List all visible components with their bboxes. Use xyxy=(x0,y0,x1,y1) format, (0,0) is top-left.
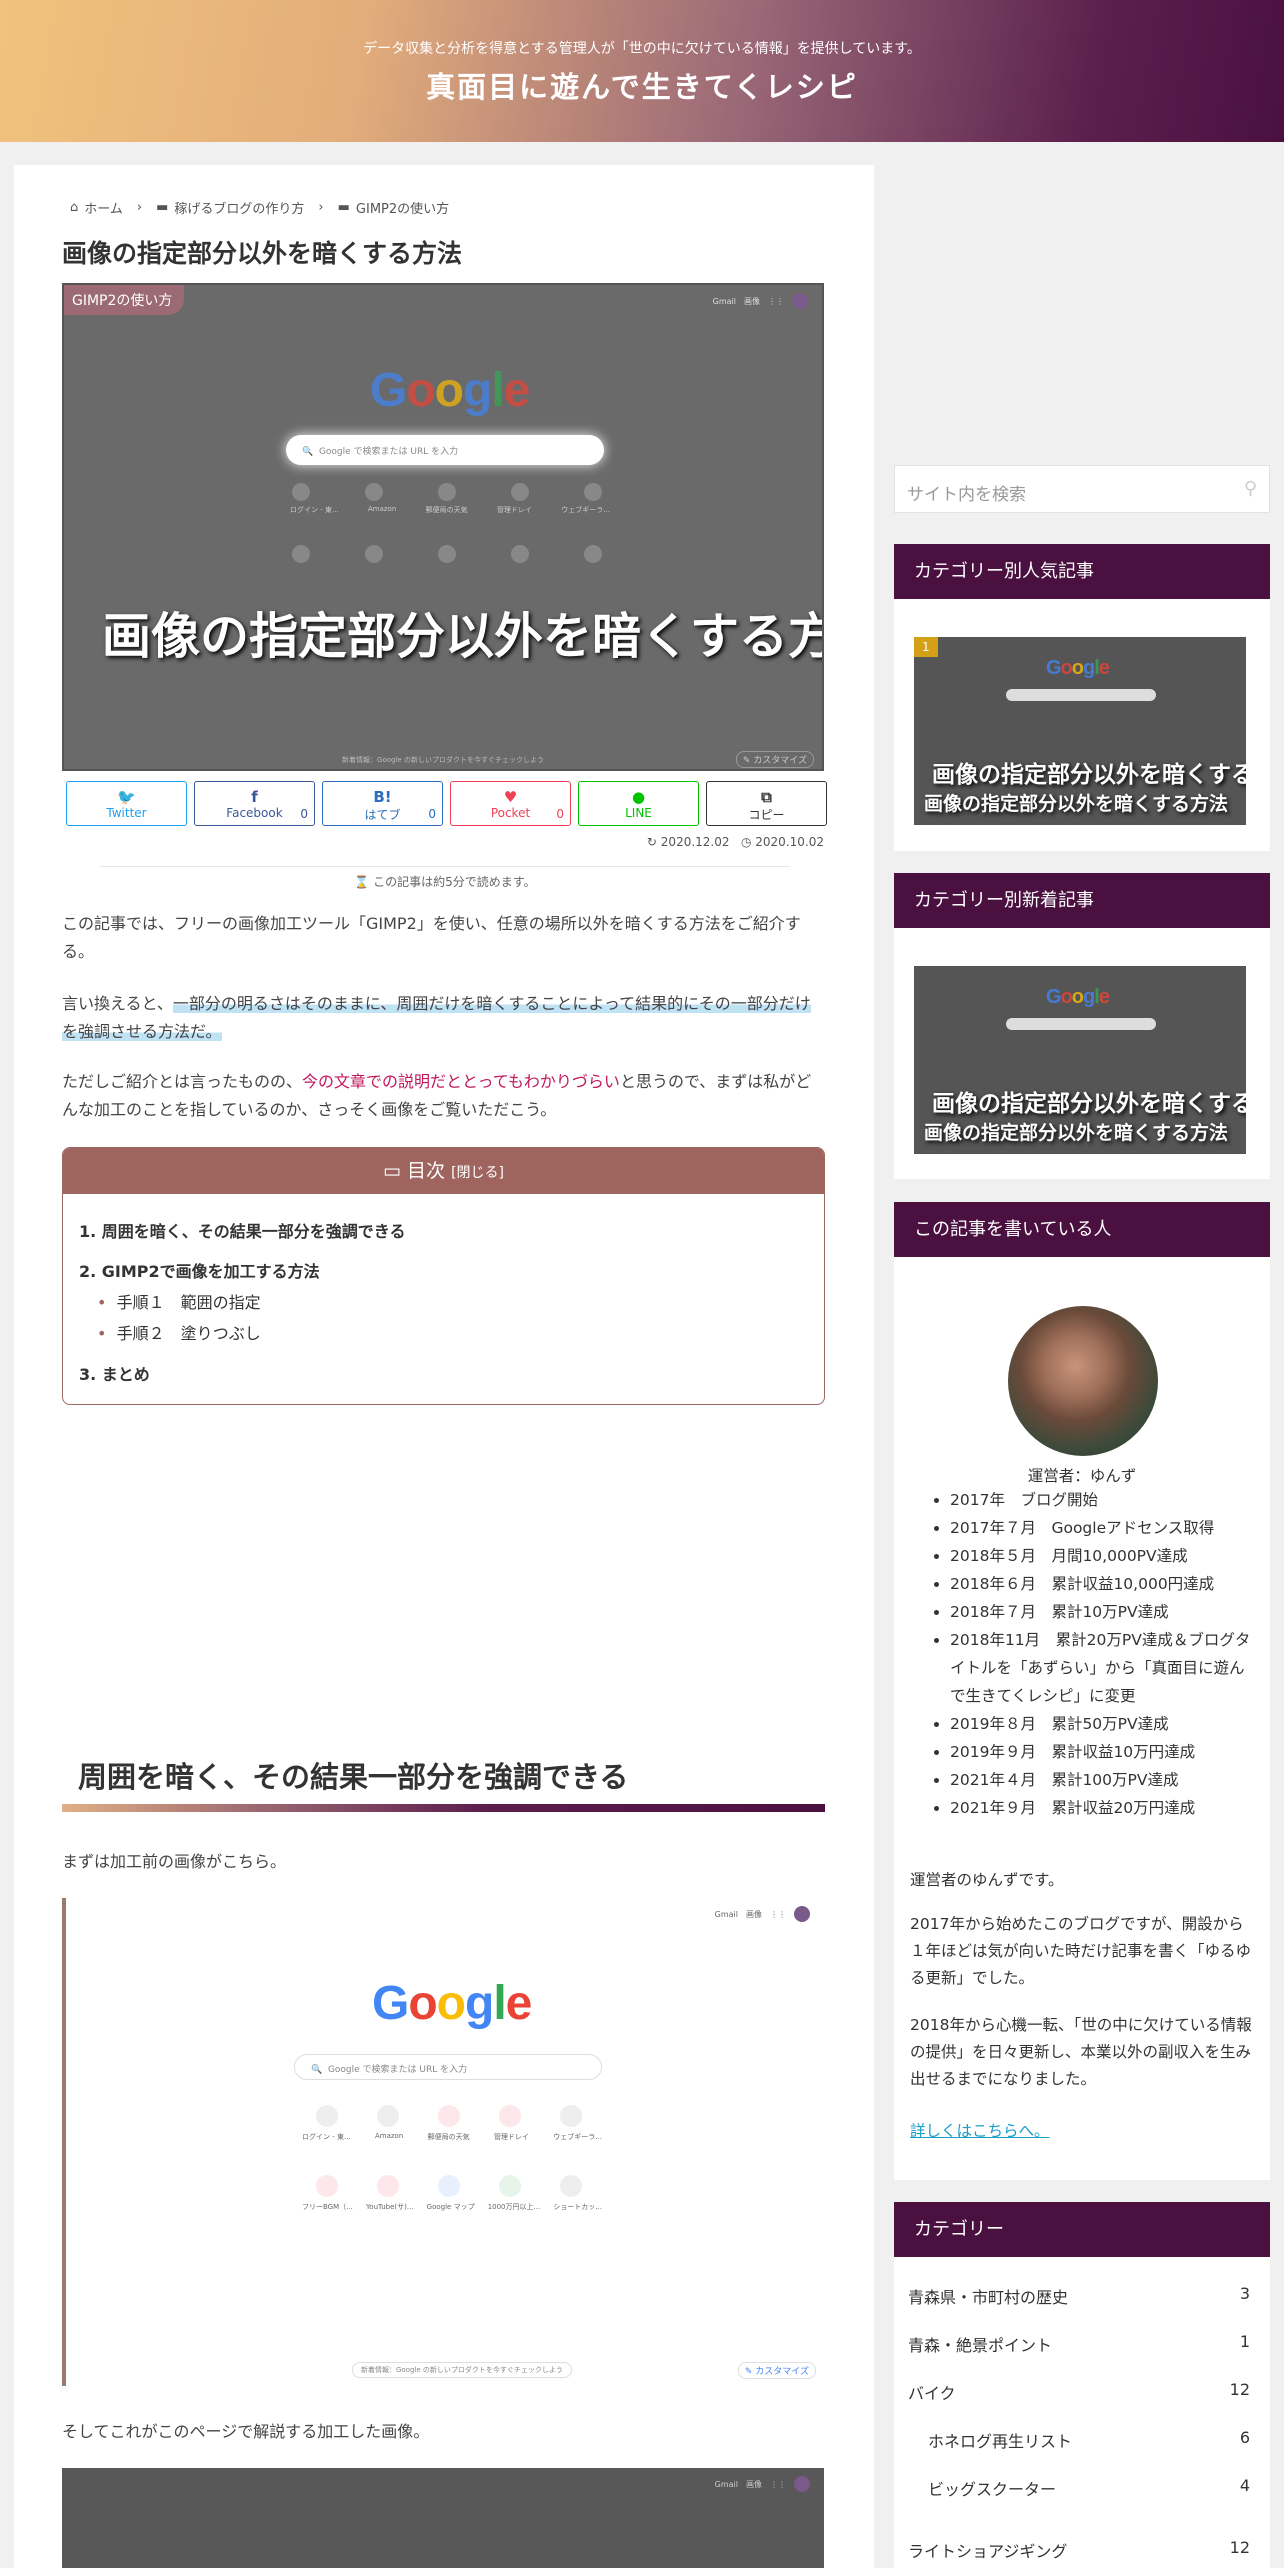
shortcut-row xyxy=(292,545,602,563)
home-icon: ⌂ xyxy=(70,200,79,215)
article-title: 画像の指定部分以外を暗くする方法 xyxy=(62,239,463,268)
line-icon: ● xyxy=(631,788,646,806)
category-subitem[interactable]: ビッグスクーター 4 xyxy=(928,2476,1250,2500)
copy-button[interactable]: ⧉ コピー xyxy=(706,781,827,826)
breadcrumb: ⌂ ホーム › ▬ 稼げるブログの作り方 › ▬ GIMP2の使い方 xyxy=(70,198,449,217)
apps-grid-icon: ⋮⋮ xyxy=(770,1909,786,1919)
eyecatch-footer: 新着情報：Google の新しいプロダクトを今すぐチェックしよう xyxy=(342,756,544,764)
author-widget: この記事を書いている人 運営者：ゆんず 2017年 ブログ開始 2017年７月 … xyxy=(894,1202,1270,2180)
intro-paragraph: この記事では、フリーの画像加工ツール「GIMP2」を使い、任意の場所以外を暗くす… xyxy=(62,914,801,961)
avatar xyxy=(792,293,808,309)
toc-item[interactable]: 3. まとめ xyxy=(79,1361,150,1385)
popular-posts-widget: カテゴリー別人気記事 Google 1 画像の指定部分以外を暗くする方法 画像の… xyxy=(894,544,1270,851)
paragraph-2: 言い換えると、一部分の明るさはそのままに、周囲だけを暗くすることによって結果的に… xyxy=(62,994,811,1041)
google-logo: Google xyxy=(372,1977,532,2030)
read-time: ⌛ この記事は約5分で読めます。 xyxy=(100,866,790,890)
shortcut-row xyxy=(292,483,602,501)
folder-icon: ▬ xyxy=(156,200,169,215)
toc-subitem[interactable]: • 手順１ 範囲の指定 xyxy=(97,1289,261,1313)
widget-title: カテゴリー別人気記事 xyxy=(894,544,1270,599)
twitter-share-button[interactable]: 🐦 Twitter xyxy=(66,781,187,826)
clock-icon: ◷ xyxy=(740,835,752,849)
avatar xyxy=(794,2476,810,2492)
paragraph-3: ただしご紹介とは言ったものの、今の文章での説明だととってもわかりづらいと思うので… xyxy=(62,1072,812,1119)
hourglass-icon: ⌛ xyxy=(354,875,370,889)
shortcut-labels: ログイン - 東... Amazon 郵便局の天気 管理ドレイ ウェブギーラ... xyxy=(290,505,610,514)
popular-post-thumbnail[interactable]: Google 1 画像の指定部分以外を暗くする方法 画像の指定部分以外を暗くする… xyxy=(914,637,1246,825)
author-bio: 2018年から心機一転、「世の中に欠けている情報の提供」を日々更新し、本業以外の… xyxy=(910,2016,1252,2088)
folder-icon: ▭ xyxy=(383,1160,401,1182)
author-more-link[interactable]: 詳しくはこちらへ。 xyxy=(910,2119,1050,2141)
after-image: Gmail 画像 ⋮⋮ xyxy=(62,2468,824,2568)
chevron-right-icon: › xyxy=(136,200,143,215)
google-topbar: Gmail 画像 ⋮⋮ xyxy=(713,293,808,309)
breadcrumb-home[interactable]: ホーム xyxy=(84,198,123,217)
toc-item[interactable]: 1. 周囲を暗く、その結果一部分を強調できる xyxy=(79,1218,405,1242)
author-name: 運営者：ゆんず xyxy=(1027,1467,1137,1485)
breadcrumb-cat2[interactable]: GIMP2の使い方 xyxy=(356,198,449,217)
popular-post-title: 画像の指定部分以外を暗くする方法 xyxy=(924,793,1229,815)
new-posts-widget: カテゴリー別新着記事 Google 画像の指定部分以外を暗くする方法 画像の指定… xyxy=(894,873,1270,1179)
rank-badge: 1 xyxy=(914,637,938,657)
site-header: データ収集と分析を得意とする管理人が「世の中に欠けている情報」を提供しています。… xyxy=(0,0,1284,142)
avatar xyxy=(794,1906,810,1922)
site-title[interactable]: 真面目に遊んで生きてくレシピ xyxy=(0,64,1284,106)
search-icon[interactable]: ⚲ xyxy=(1244,478,1257,499)
line-share-button[interactable]: ● LINE xyxy=(578,781,699,826)
google-search-box: 🔍 Google で検索または URL を入力 xyxy=(286,435,604,465)
before-image: Gmail 画像 ⋮⋮ Google 🔍 Google で検索または URL を入… xyxy=(62,1898,824,2386)
sidebar-search-input[interactable]: サイト内を検索 ⚲ xyxy=(894,465,1270,513)
avatar xyxy=(1008,1306,1158,1456)
pocket-share-button[interactable]: ♥ Pocket 0 xyxy=(450,781,571,826)
facebook-share-button[interactable]: f Facebook 0 xyxy=(194,781,315,826)
widget-title: カテゴリー別新着記事 xyxy=(894,873,1270,928)
toc-item[interactable]: 2. GIMP2で画像を加工する方法 xyxy=(79,1258,320,1282)
widget-title: カテゴリー xyxy=(894,2202,1270,2257)
toc-toggle[interactable]: [閉じる] xyxy=(451,1165,504,1181)
author-bio: 2017年から始めたこのブログですが、開設から１年ほどは気が向いた時だけ記事を書… xyxy=(910,1915,1252,1987)
toc-header: ▭ 目次 [閉じる] xyxy=(63,1148,824,1194)
category-badge[interactable]: GIMP2の使い方 xyxy=(64,285,185,315)
toc-subitem[interactable]: • 手順２ 塗りつぶし xyxy=(97,1320,261,1344)
new-post-title: 画像の指定部分以外を暗くする方法 xyxy=(924,1122,1229,1144)
after-text: そしてこれがこのページで解説する加工した画像。 xyxy=(62,2422,430,2441)
author-bio: 運営者のゆんずです。 xyxy=(910,1871,1064,1889)
post-dates: ↻ 2020.12.02 ◷ 2020.10.02 xyxy=(646,835,824,849)
google-search-box: 🔍 Google で検索または URL を入力 xyxy=(294,2054,602,2080)
copy-icon: ⧉ xyxy=(761,788,772,806)
twitter-icon: 🐦 xyxy=(117,788,136,806)
pocket-icon: ♥ xyxy=(503,788,518,806)
hatena-share-button[interactable]: B! はてブ 0 xyxy=(322,781,443,826)
category-item[interactable]: 青森・絶景ポイント 1 xyxy=(908,2332,1250,2356)
hatena-icon: B! xyxy=(373,788,392,806)
categories-widget: カテゴリー 青森県・市町村の歴史 3 青森・絶景ポイント 1 バイク 12 ホネログ再… xyxy=(894,2202,1270,2568)
facebook-icon: f xyxy=(251,788,258,806)
section-heading: 周囲を暗く、その結果一部分を強調できる xyxy=(62,1752,825,1812)
apps-grid-icon: ⋮⋮ xyxy=(768,296,784,306)
eyecatch-image: GIMP2の使い方 Gmail 画像 ⋮⋮ Google 🔍 Google で検索… xyxy=(62,283,824,771)
breadcrumb-cat1[interactable]: 稼げるブログの作り方 xyxy=(174,198,304,217)
customize-button: ✎ カスタマイズ xyxy=(735,751,814,768)
category-item[interactable]: ライトショアジギング 12 xyxy=(908,2538,1250,2562)
category-subitem[interactable]: ホネログ再生リスト 6 xyxy=(928,2428,1250,2452)
before-text: まずは加工前の画像がこちら。 xyxy=(62,1852,287,1871)
chevron-right-icon: › xyxy=(318,200,324,215)
site-description: データ収集と分析を得意とする管理人が「世の中に欠けている情報」を提供しています。 xyxy=(363,41,921,57)
new-post-thumbnail[interactable]: Google 画像の指定部分以外を暗くする方法 画像の指定部分以外を暗くする方法 xyxy=(914,966,1246,1154)
author-history: 2017年 ブログ開始 2017年７月 Googleアドセンス取得 2018年５… xyxy=(894,1486,1270,1822)
eyecatch-overlay-text: 画像の指定部分以外を暗くする方法 xyxy=(102,608,824,665)
google-logo: Google xyxy=(370,364,530,417)
category-item[interactable]: バイク 12 xyxy=(908,2380,1250,2404)
category-item[interactable]: 青森県・市町村の歴史 3 xyxy=(908,2284,1250,2308)
updated-icon: ↻ xyxy=(646,835,657,849)
apps-grid-icon: ⋮⋮ xyxy=(770,2479,786,2489)
table-of-contents: ▭ 目次 [閉じる] 1. 周囲を暗く、その結果一部分を強調できる 2. GIM… xyxy=(62,1147,825,1405)
folder-icon: ▬ xyxy=(337,200,350,215)
widget-title: この記事を書いている人 xyxy=(894,1202,1270,1257)
share-buttons: 🐦 Twitter f Facebook 0 B! はてブ 0 ♥ Pocket 0 ● LIN… xyxy=(66,781,827,826)
